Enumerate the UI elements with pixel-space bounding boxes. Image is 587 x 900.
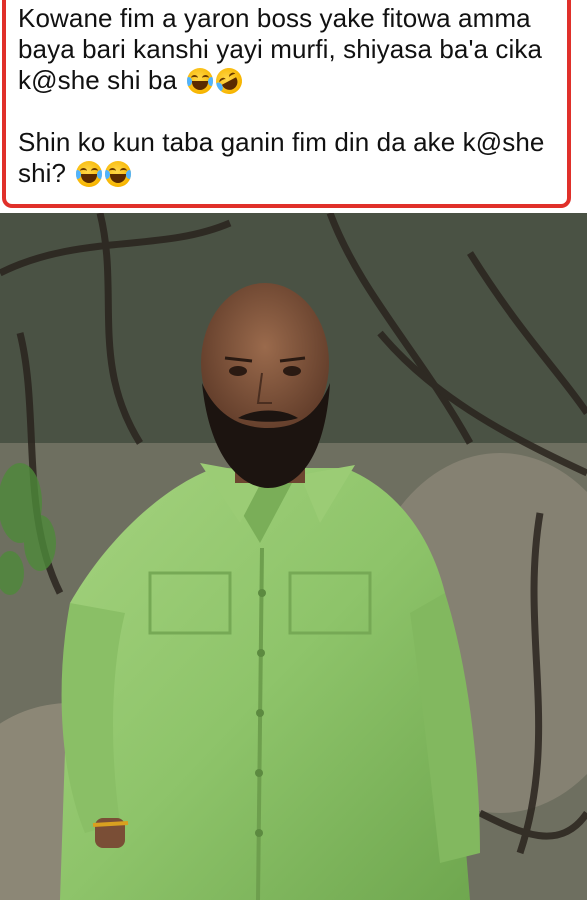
rofl-emoji-icon [211,63,248,99]
caption-line-1: Kowane fim a yaron boss yake fitowa amma [18,3,531,33]
photo-man-green-shirt [0,213,587,900]
photo-illustration [0,213,587,900]
joy-emoji-icon [105,161,132,187]
caption-box: Kowane fim a yaron boss yake fitowa amma… [2,0,571,208]
caption-line-4: Shin ko kun taba ganin fim din da ake k@… [18,127,545,157]
caption-line-5: shi? [18,158,567,189]
caption-line-2: baya bari kanshi yayi murfi, shiyasa ba'… [18,34,543,64]
caption-line-3-text: k@she shi ba [18,65,178,95]
caption-line-3: k@she shi ba [18,63,567,99]
caption-line-5-text: shi? [18,158,67,188]
joy-emoji-icon [76,161,103,187]
joy-emoji-icon [187,68,214,94]
